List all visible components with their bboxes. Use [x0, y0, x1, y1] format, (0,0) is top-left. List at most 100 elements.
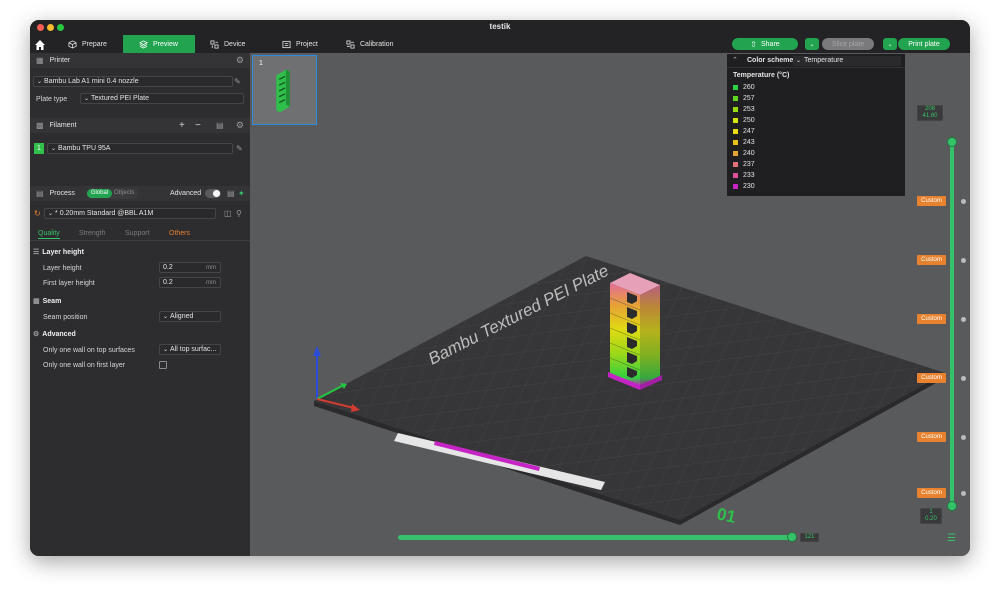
custom-tick-marker[interactable] [961, 199, 966, 204]
layers-view-icon[interactable]: ☰ [947, 533, 956, 544]
custom-gcode-tag[interactable]: Custom [917, 255, 946, 265]
legend-label: 237 [743, 161, 755, 168]
tab-label: Device [224, 40, 246, 48]
legend-item: 243 [733, 139, 755, 146]
device-icon [210, 39, 219, 49]
printer-section-header: ▦ Printer ⚙ [30, 53, 250, 68]
color-scheme-legend: ⌃ Color scheme ⌄ Temperature Temperature … [727, 54, 905, 196]
plate-type-label: Plate type [36, 96, 68, 103]
layer-slider-bottom-handle[interactable] [947, 501, 957, 511]
printer-select[interactable]: ⌄ Bambu Lab A1 mini 0.4 nozzle [33, 76, 233, 87]
layer-slider[interactable] [950, 141, 954, 505]
legend-label: 257 [743, 95, 755, 102]
move-slider-handle[interactable] [787, 532, 797, 542]
custom-tick-marker[interactable] [961, 435, 966, 440]
project-icon [282, 40, 291, 48]
process-preset-select[interactable]: ⌄ * 0.20mm Standard @BBL A1M [44, 208, 216, 219]
top-wall-label: Only one wall on top surfaces [43, 347, 135, 354]
edit-icon[interactable]: ✎ [236, 145, 243, 153]
home-icon [35, 40, 45, 50]
advanced-toggle[interactable] [205, 189, 221, 198]
legend-label: 247 [743, 128, 755, 135]
filament-select[interactable]: ⌄ Bambu TPU 95A [47, 143, 233, 154]
custom-gcode-tag[interactable]: Custom [917, 488, 946, 498]
gear-icon[interactable]: ⚙ [236, 55, 244, 66]
top-wall-select[interactable]: ⌄ All top surfac... [159, 344, 221, 355]
first-layer-height-input[interactable]: 0.2 mm [159, 277, 221, 288]
advanced-icon: ⚙ [33, 331, 40, 338]
slice-dropdown-button[interactable]: ⌄ [805, 38, 819, 50]
seam-position-select[interactable]: ⌄ Aligned [159, 311, 221, 322]
save-icon[interactable]: ◫ [224, 210, 232, 218]
tab-label: Preview [153, 40, 178, 48]
first-layer-wall-checkbox[interactable] [159, 361, 167, 369]
legend-item: 240 [733, 150, 755, 157]
filament-section-header: ▩ Filament + − ▤ ⚙ [30, 118, 250, 133]
seam-position-label: Seam position [43, 314, 88, 321]
filament-slot-badge[interactable]: 1 [34, 143, 44, 154]
custom-tick-marker[interactable] [961, 491, 966, 496]
edit-icon[interactable]: ✎ [234, 78, 241, 86]
legend-title: Temperature (°C) [733, 72, 790, 79]
tab-quality[interactable]: Quality [38, 230, 60, 239]
tab-preview[interactable]: Preview [123, 35, 195, 53]
color-scheme-select[interactable]: ⌄ Temperature [793, 56, 901, 66]
global-objects-toggle[interactable]: Global Objects [86, 188, 138, 199]
custom-gcode-tag[interactable]: Custom [917, 432, 946, 442]
search-icon[interactable]: ⚲ [236, 210, 242, 218]
chevron-down-icon: ⌄ [51, 146, 57, 152]
custom-gcode-tag[interactable]: Custom [917, 196, 946, 206]
tab-strength[interactable]: Strength [79, 230, 105, 237]
custom-gcode-tag[interactable]: Custom [917, 373, 946, 383]
tab-support[interactable]: Support [125, 230, 150, 237]
chevron-down-icon: ⌄ [887, 41, 893, 48]
tab-prepare[interactable]: Prepare [60, 35, 122, 53]
legend-swatch [733, 85, 738, 90]
seam-icon: ▦ [33, 298, 40, 305]
slice-plate-button[interactable]: Slice plate [822, 38, 874, 50]
custom-tick-marker[interactable] [961, 258, 966, 263]
compare-icon[interactable]: ▤ [227, 189, 235, 198]
tab-label: Prepare [82, 40, 107, 48]
move-slider[interactable] [398, 535, 791, 540]
legend-swatch [733, 107, 738, 112]
preview-viewport[interactable]: 1 Bambu Textured PEI Plate 01 ⌃ Color sc… [250, 53, 970, 556]
layer-bottom-readout: 1 0.20 [920, 508, 942, 524]
layers-icon: ☰ [33, 249, 40, 256]
legend-label: 253 [743, 106, 755, 113]
print-dropdown-button[interactable]: ⌄ [883, 38, 897, 50]
remove-icon[interactable]: − [195, 120, 201, 131]
home-button[interactable] [34, 38, 46, 50]
print-plate-button[interactable]: Print plate [898, 38, 950, 50]
legend-label: 260 [743, 84, 755, 91]
printer-icon: ▦ [36, 56, 44, 65]
layer-height-input[interactable]: 0.2 mm [159, 262, 221, 273]
preset-status-icon: ↻ [34, 209, 41, 218]
chevron-down-icon: ⌄ [163, 347, 169, 353]
tab-calibration[interactable]: Calibration [338, 35, 412, 53]
gear-icon[interactable]: ⚙ [236, 120, 244, 131]
layer-slider-top-handle[interactable] [947, 137, 957, 147]
legend-swatch [733, 140, 738, 145]
legend-label: 250 [743, 117, 755, 124]
first-layer-wall-label: Only one wall on first layer [43, 362, 126, 369]
legend-item: 237 [733, 161, 755, 168]
collapse-icon[interactable]: ⌃ [732, 56, 738, 64]
sync-icon[interactable]: ▤ [216, 121, 224, 130]
tab-label: Calibration [360, 40, 394, 48]
app-window: testik Prepare Preview Device Project Ca… [30, 20, 970, 556]
first-layer-height-label: First layer height [43, 280, 95, 287]
tab-project[interactable]: Project [274, 35, 334, 53]
share-button[interactable]: ⇧ Share [732, 38, 798, 50]
legend-item: 230 [733, 183, 755, 190]
custom-tick-marker[interactable] [961, 376, 966, 381]
custom-tick-marker[interactable] [961, 317, 966, 322]
custom-gcode-tag[interactable]: Custom [917, 314, 946, 324]
tab-device[interactable]: Device [202, 35, 264, 53]
tab-others[interactable]: Others [169, 230, 190, 237]
plate-type-select[interactable]: ⌄ Textured PEI Plate [80, 93, 244, 104]
legend-swatch [733, 118, 738, 123]
legend-label: 233 [743, 172, 755, 179]
wand-icon[interactable]: ✦ [238, 189, 245, 198]
add-icon[interactable]: + [179, 120, 185, 131]
